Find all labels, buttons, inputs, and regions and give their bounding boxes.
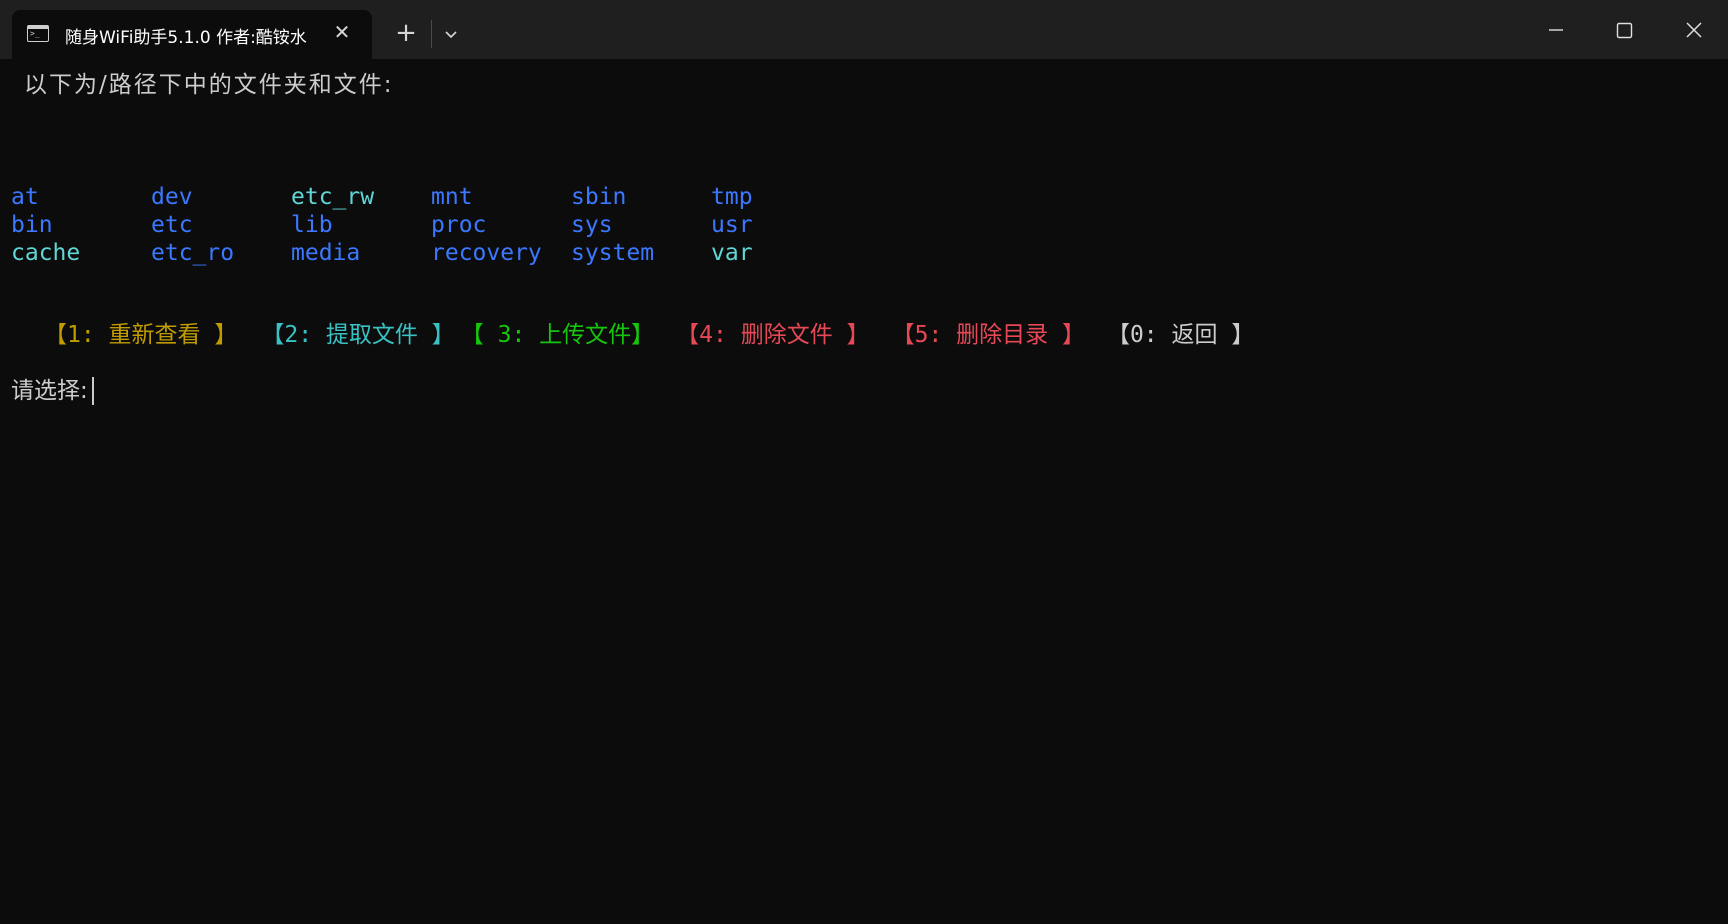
action-menu: 【1: 重新查看 】【2: 提取文件 】【 3: 上传文件】 【4: 删除文件 】… [44,321,1254,349]
file-entry: proc [431,212,487,238]
menu-option-delete-dir: 【5: 删除目录 】 [891,322,1085,348]
file-entry: bin [11,212,53,238]
file-entry: lib [291,212,333,238]
chevron-down-icon [445,31,457,39]
directory-header: 以下为/路径下中的文件夹和文件: [24,72,394,98]
file-entry: media [291,240,361,266]
file-entry: tmp [711,184,753,210]
file-entry: dev [151,184,193,210]
menu-option-upload: 【 3: 上传文件】 [460,322,655,348]
file-entry: etc [151,212,193,238]
file-entry: var [711,240,753,266]
maximize-icon [1616,22,1633,39]
input-prompt[interactable]: 请选择: [11,377,94,405]
file-entry: at [11,184,39,210]
close-window-button[interactable] [1674,12,1714,48]
file-entry: etc_ro [151,240,235,266]
close-tab-button[interactable]: ✕ [332,22,352,42]
text-cursor [91,377,94,405]
terminal-output[interactable]: 以下为/路径下中的文件夹和文件: at bin cache dev etc etc_ro e… [0,59,1728,924]
menu-option-extract: 【2: 提取文件 】 [261,322,455,348]
terminal-icon-glyph: >_ [30,29,40,38]
file-entry: mnt [431,184,473,210]
file-entry: etc_rw [291,184,375,210]
menu-option-refresh: 【1: 重新查看 】 [44,322,238,348]
maximize-button[interactable] [1604,12,1644,48]
terminal-icon: >_ [27,25,49,42]
tab-dropdown-button[interactable] [438,22,464,48]
tab-separator [431,20,432,48]
file-entry: recovery [431,240,542,266]
file-entry: sys [571,212,613,238]
title-bar: >_ 随身WiFi助手5.1.0 作者:酷铵水 ✕ + [0,0,1728,59]
file-listing: at bin cache dev etc etc_ro etc_rw lib media mnt p… [11,183,851,267]
minimize-button[interactable] [1536,12,1576,48]
file-entry: cache [11,240,81,266]
prompt-label: 请选择: [11,378,88,404]
menu-option-back: 【0: 返回 】 [1106,322,1255,348]
menu-option-delete-file: 【4: 删除文件 】 [676,322,870,348]
file-entry: system [571,240,655,266]
file-entry: usr [711,212,753,238]
file-entry: sbin [571,184,627,210]
minimize-icon [1549,29,1563,31]
close-icon [1686,22,1702,38]
new-tab-button[interactable]: + [392,19,420,47]
terminal-tab[interactable]: >_ 随身WiFi助手5.1.0 作者:酷铵水 ✕ [12,10,372,59]
tab-title: 随身WiFi助手5.1.0 作者:酷铵水 [65,28,307,48]
